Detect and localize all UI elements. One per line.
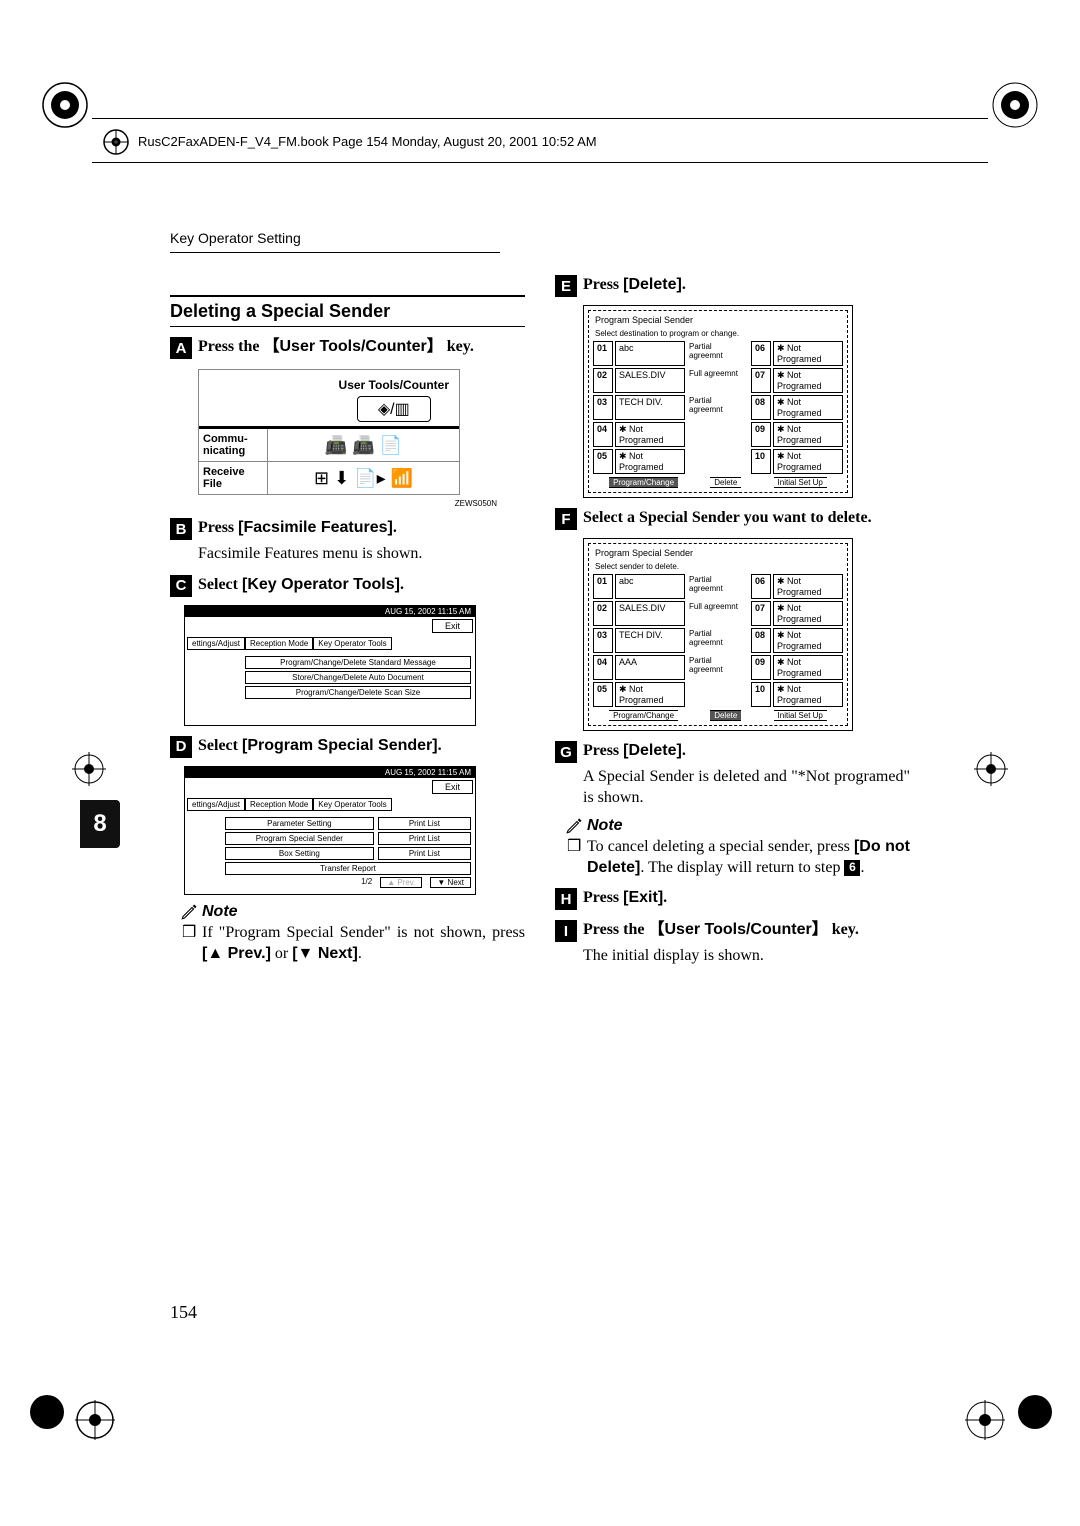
note-heading-left: Note [180, 903, 525, 921]
running-head-rule [170, 252, 500, 253]
step-7-text: Press [Delete]. [583, 741, 686, 762]
step-2-badge: B [170, 518, 192, 540]
right-column: E Press [Delete]. Program Special Sender… [555, 275, 910, 969]
crop-mark-tr [980, 70, 1050, 140]
menu-screenshot-4: AUG 15, 2002 11:15 AM Exit ettings/Adjus… [184, 766, 476, 895]
crop-mark-bl [70, 1395, 120, 1445]
step-6-badge: F [555, 508, 577, 530]
step-7-body: A Special Sender is deleted and "*Not pr… [583, 767, 910, 809]
chapter-thumb-tab: 8 [80, 800, 120, 848]
step-5-text: Press [Delete]. [583, 275, 686, 296]
step-7-badge: G [555, 741, 577, 763]
note-1: ❒ If "Program Special Sender" is not sho… [182, 923, 525, 965]
hardware-panel: User Tools/Counter ◈/▥ Commu- nicating 📠… [198, 369, 460, 495]
book-icon [102, 128, 130, 156]
reg-mark-right [972, 750, 1010, 788]
step-9-badge: I [555, 920, 577, 942]
screen-5: Program Special Sender Select destinatio… [583, 305, 853, 498]
hw-row2-label: Receive File [199, 462, 268, 494]
pencil-icon [180, 903, 198, 921]
reg-mark-left [70, 750, 108, 788]
running-head: Key Operator Setting [170, 230, 301, 246]
hw-row1-label: Commu- nicating [199, 429, 268, 461]
step-9-body: The initial display is shown. [583, 946, 910, 967]
hw-row1-icons: 📠 📠 📄 [268, 431, 459, 460]
step-3-text: Select [Key Operator Tools]. [198, 575, 404, 596]
note-heading-right: Note [565, 817, 910, 835]
step-4-badge: D [170, 736, 192, 758]
header-rule-top [92, 118, 988, 119]
page-number: 154 [170, 1302, 197, 1323]
screen-6: Program Special Sender Select sender to … [583, 538, 853, 731]
tools-counter-icon: ◈/▥ [357, 396, 431, 422]
step-2-body: Facsimile Features menu is shown. [198, 544, 525, 565]
step-8-badge: H [555, 888, 577, 910]
note-7: ❒ To cancel deleting a special sender, p… [567, 837, 910, 879]
menu3-exit: Exit [432, 619, 473, 633]
crop-mark-bl-filled [30, 1395, 64, 1429]
header-rule-bottom [92, 162, 988, 163]
pencil-icon [565, 817, 583, 835]
menu4-exit: Exit [432, 780, 473, 794]
step-6-text: Select a Special Sender you want to dele… [583, 508, 872, 529]
crop-mark-br-filled [1018, 1395, 1052, 1429]
hw-row2-icons: ⊞ ⬇ 📄▸ 📶 [268, 464, 459, 493]
section-heading: Deleting a Special Sender [170, 295, 525, 327]
step-ref-badge: 6 [844, 860, 860, 876]
step-3-badge: C [170, 575, 192, 597]
file-info: RusC2FaxADEN-F_V4_FM.book Page 154 Monda… [138, 134, 597, 149]
step-2-text: Press [Facsimile Features]. [198, 518, 397, 539]
step-5-badge: E [555, 275, 577, 297]
step-8-text: Press [Exit]. [583, 888, 667, 909]
crop-mark-tl [30, 70, 100, 140]
hw-code: ZEWS050N [170, 499, 497, 508]
step-1-badge: A [170, 337, 192, 359]
step-4-text: Select [Program Special Sender]. [198, 736, 442, 757]
menu-screenshot-3: AUG 15, 2002 11:15 AM Exit ettings/Adjus… [184, 605, 476, 726]
crop-mark-br [960, 1395, 1010, 1445]
step-9-text: Press the 【User Tools/Counter】 key. [583, 920, 859, 941]
hw-title: User Tools/Counter [335, 374, 453, 396]
left-column: Deleting a Special Sender A Press the 【U… [170, 275, 525, 969]
step-1-text: Press the 【User Tools/Counter】 key. [198, 337, 474, 358]
